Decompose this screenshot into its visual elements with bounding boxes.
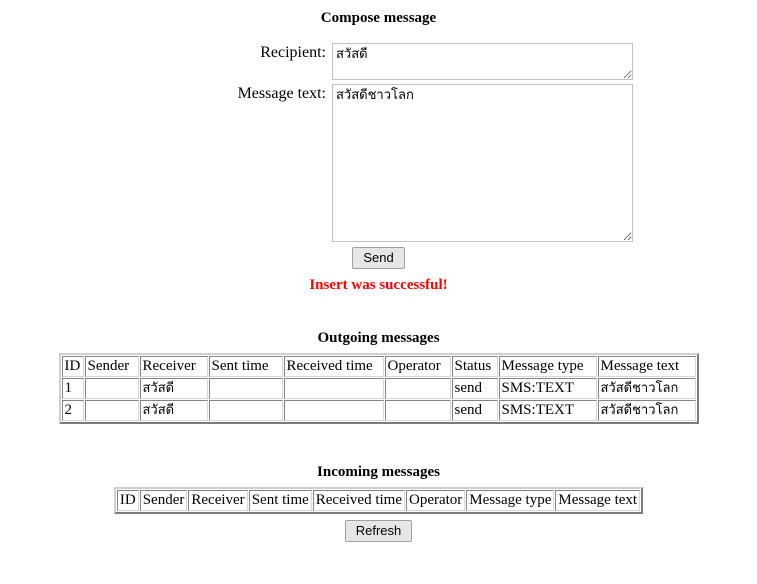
refresh-button[interactable]: Refresh <box>344 520 413 542</box>
column-header: ID <box>61 356 84 377</box>
cell-message-text: สวัสดีชาวโลก <box>597 378 696 399</box>
column-header: Message type <box>466 490 555 511</box>
column-header: Message text <box>597 356 696 377</box>
compose-form: Recipient: Message text: <box>0 43 757 242</box>
cell-operator <box>384 378 451 399</box>
cell-received-time <box>283 378 384 399</box>
refresh-button-row: Refresh <box>0 520 757 542</box>
cell-message-type: SMS:TEXT <box>498 378 597 399</box>
recipient-label: Recipient: <box>260 44 326 61</box>
cell-received-time <box>283 400 384 421</box>
column-header: Received time <box>283 356 384 377</box>
cell-message-type: SMS:TEXT <box>498 400 597 421</box>
cell-sent-time <box>208 400 283 421</box>
outgoing-table-head: ID Sender Receiver Sent time Received time Op… <box>61 356 696 377</box>
column-header: ID <box>116 490 139 511</box>
incoming-messages-heading: Incoming messages <box>317 464 440 480</box>
cell-sent-time <box>208 378 283 399</box>
cell-id: 1 <box>61 378 84 399</box>
recipient-input[interactable] <box>332 43 633 80</box>
status-message: Insert was successful! <box>309 277 448 293</box>
table-row: 2 สวัสดี send SMS:TEXT สวัสดีชาวโลก <box>61 400 696 421</box>
outgoing-messages-heading: Outgoing messages <box>317 330 440 346</box>
send-button-row: Send <box>0 247 757 269</box>
message-row: Message text: <box>0 84 757 242</box>
column-header: Message text <box>555 490 641 511</box>
incoming-table-head: ID Sender Receiver Sent time Received time Op… <box>116 490 641 511</box>
incoming-messages-table: ID Sender Receiver Sent time Received time Op… <box>113 487 644 514</box>
cell-id: 2 <box>61 400 84 421</box>
incoming-table-wrap: ID Sender Receiver Sent time Received time Op… <box>0 487 757 514</box>
column-header: Sender <box>139 490 188 511</box>
cell-status: send <box>451 400 498 421</box>
cell-status: send <box>451 378 498 399</box>
cell-sender <box>84 400 139 421</box>
column-header: Operator <box>405 490 466 511</box>
table-header-row: ID Sender Receiver Sent time Received time Op… <box>116 490 641 511</box>
outgoing-table-wrap: ID Sender Receiver Sent time Received time Op… <box>0 353 757 424</box>
outgoing-table-body: 1 สวัสดี send SMS:TEXT สวัสดีชาวโลก 2 สวัสดี se… <box>61 378 696 421</box>
cell-sender <box>84 378 139 399</box>
column-header: Sent time <box>208 356 283 377</box>
table-header-row: ID Sender Receiver Sent time Received time Op… <box>61 356 696 377</box>
message-text-input[interactable] <box>332 84 633 242</box>
send-button[interactable]: Send <box>352 247 405 269</box>
column-header: Message type <box>498 356 597 377</box>
column-header: Operator <box>384 356 451 377</box>
cell-operator <box>384 400 451 421</box>
message-text-label: Message text: <box>237 85 326 102</box>
column-header: Sent time <box>248 490 312 511</box>
cell-receiver: สวัสดี <box>139 378 208 399</box>
column-header: Received time <box>312 490 405 511</box>
cell-message-text: สวัสดีชาวโลก <box>597 400 696 421</box>
outgoing-messages-table: ID Sender Receiver Sent time Received time Op… <box>58 353 699 424</box>
table-row: 1 สวัสดี send SMS:TEXT สวัสดีชาวโลก <box>61 378 696 399</box>
column-header: Receiver <box>139 356 208 377</box>
page-title: Compose message <box>320 10 437 26</box>
cell-receiver: สวัสดี <box>139 400 208 421</box>
column-header: Sender <box>84 356 139 377</box>
recipient-row: Recipient: <box>0 43 757 80</box>
column-header: Receiver <box>188 490 248 511</box>
column-header: Status <box>451 356 498 377</box>
